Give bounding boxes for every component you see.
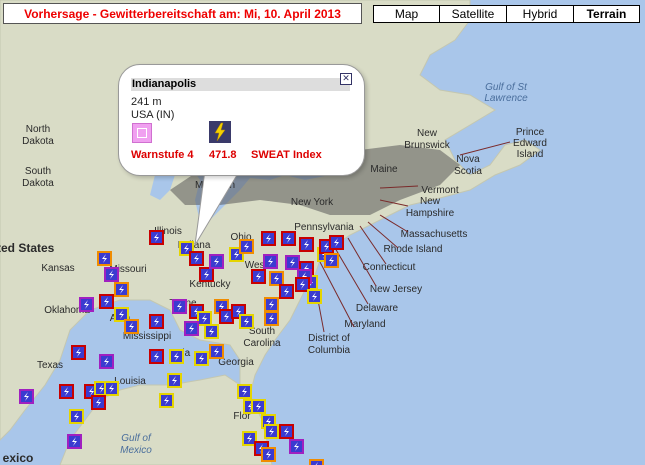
storm-marker-yellow[interactable] xyxy=(197,311,212,326)
label-texas: Texas xyxy=(37,360,63,371)
storm-marker-purple[interactable] xyxy=(209,254,224,269)
popup-sweat-label: SWEAT Index xyxy=(251,149,322,161)
storm-marker-orange[interactable] xyxy=(309,459,324,465)
storm-marker-yellow[interactable] xyxy=(167,373,182,388)
storm-marker-red[interactable] xyxy=(149,230,164,245)
storm-marker-yellow[interactable] xyxy=(104,381,119,396)
storm-marker-purple[interactable] xyxy=(104,267,119,282)
storm-marker-yellow[interactable] xyxy=(237,384,252,399)
storm-marker-purple[interactable] xyxy=(172,299,187,314)
storm-marker-orange[interactable] xyxy=(264,297,279,312)
lightning-icon xyxy=(209,121,231,143)
label-delaware: Delaware xyxy=(356,303,399,314)
storm-marker-red[interactable] xyxy=(251,269,266,284)
label-nova-scotia: Nova Scotia xyxy=(454,154,482,177)
label-new-york: New York xyxy=(291,197,334,208)
label-south-dakota: South Dakota xyxy=(22,166,54,189)
storm-marker-orange[interactable] xyxy=(264,311,279,326)
maptype-map-button[interactable]: Map xyxy=(373,5,440,23)
maptype-satellite-button[interactable]: Satellite xyxy=(439,5,507,23)
label-massachusetts: Massachusetts xyxy=(401,229,468,240)
popup-city: Indianapolis xyxy=(131,78,350,91)
storm-marker-red[interactable] xyxy=(279,424,294,439)
storm-marker-orange[interactable] xyxy=(261,447,276,462)
label-dc: District of Columbia xyxy=(308,333,351,356)
popup-country: USA (IN) xyxy=(131,109,175,121)
storm-marker-purple[interactable] xyxy=(285,255,300,270)
storm-marker-purple[interactable] xyxy=(263,254,278,269)
label-kansas: Kansas xyxy=(41,263,74,274)
maptype-terrain-button[interactable]: Terrain xyxy=(573,5,640,23)
storm-marker-red[interactable] xyxy=(299,237,314,252)
storm-marker-yellow[interactable] xyxy=(204,324,219,339)
storm-marker-orange[interactable] xyxy=(124,319,139,334)
forecast-title: Vorhersage - Gewitterbereitschaft am: Mi… xyxy=(24,6,341,21)
storm-marker-red[interactable] xyxy=(281,231,296,246)
storm-marker-red[interactable] xyxy=(91,395,106,410)
label-new-jersey: New Jersey xyxy=(370,284,422,295)
storm-marker-purple[interactable] xyxy=(184,321,199,336)
popup-elevation: 241 m xyxy=(131,96,162,108)
storm-marker-red[interactable] xyxy=(149,349,164,364)
storm-marker-red[interactable] xyxy=(149,314,164,329)
forecast-title-bar: Vorhersage - Gewitterbereitschaft am: Mi… xyxy=(3,3,362,24)
storm-marker-yellow[interactable] xyxy=(194,351,209,366)
storm-marker-orange[interactable] xyxy=(239,239,254,254)
storm-marker-orange[interactable] xyxy=(324,253,339,268)
storm-marker-red[interactable] xyxy=(71,345,86,360)
storm-marker-purple[interactable] xyxy=(67,434,82,449)
info-popup: Indianapolis ✕ 241 m USA (IN) Warnstufe … xyxy=(118,64,365,176)
label-gulf-mexico: Gulf of Mexico xyxy=(120,433,152,456)
label-rhode-island: Rhode Island xyxy=(384,244,443,255)
storm-marker-yellow[interactable] xyxy=(169,349,184,364)
storm-marker-yellow[interactable] xyxy=(159,393,174,408)
label-pei: Prince Edward Island xyxy=(513,127,547,160)
storm-marker-purple[interactable] xyxy=(289,439,304,454)
warning-level-icon xyxy=(132,123,152,143)
storm-marker-red[interactable] xyxy=(189,251,204,266)
label-gulf-st-lawrence: Gulf of St Lawrence xyxy=(484,82,528,104)
storm-marker-orange[interactable] xyxy=(209,344,224,359)
label-united-states: ited States xyxy=(0,241,55,255)
storm-marker-yellow[interactable] xyxy=(307,289,322,304)
storm-marker-yellow[interactable] xyxy=(264,424,279,439)
label-connecticut: Connecticut xyxy=(363,262,416,273)
storm-marker-orange[interactable] xyxy=(269,271,284,286)
label-mexico: exico xyxy=(3,451,34,465)
label-vermont: Vermont xyxy=(421,185,458,196)
close-icon[interactable]: ✕ xyxy=(340,73,352,85)
storm-marker-red[interactable] xyxy=(59,384,74,399)
storm-marker-orange[interactable] xyxy=(97,251,112,266)
storm-marker-purple[interactable] xyxy=(79,297,94,312)
storm-marker-purple[interactable] xyxy=(19,389,34,404)
storm-marker-yellow[interactable] xyxy=(239,314,254,329)
popup-warning-level: Warnstufe 4 xyxy=(131,149,194,161)
label-pennsylvania: Pennsylvania xyxy=(294,222,354,233)
storm-marker-red[interactable] xyxy=(329,235,344,250)
label-maine: Maine xyxy=(370,164,398,175)
storm-marker-yellow[interactable] xyxy=(69,409,84,424)
storm-marker-yellow[interactable] xyxy=(251,399,266,414)
popup-sweat-value: 471.8 xyxy=(209,149,237,161)
storm-marker-red[interactable] xyxy=(279,284,294,299)
storm-marker-orange[interactable] xyxy=(114,282,129,297)
storm-marker-red[interactable] xyxy=(261,231,276,246)
storm-marker-red[interactable] xyxy=(199,267,214,282)
label-north-dakota: North Dakota xyxy=(22,124,54,147)
storm-marker-purple[interactable] xyxy=(99,354,114,369)
maptype-hybrid-button[interactable]: Hybrid xyxy=(506,5,574,23)
storm-marker-red[interactable] xyxy=(99,294,114,309)
